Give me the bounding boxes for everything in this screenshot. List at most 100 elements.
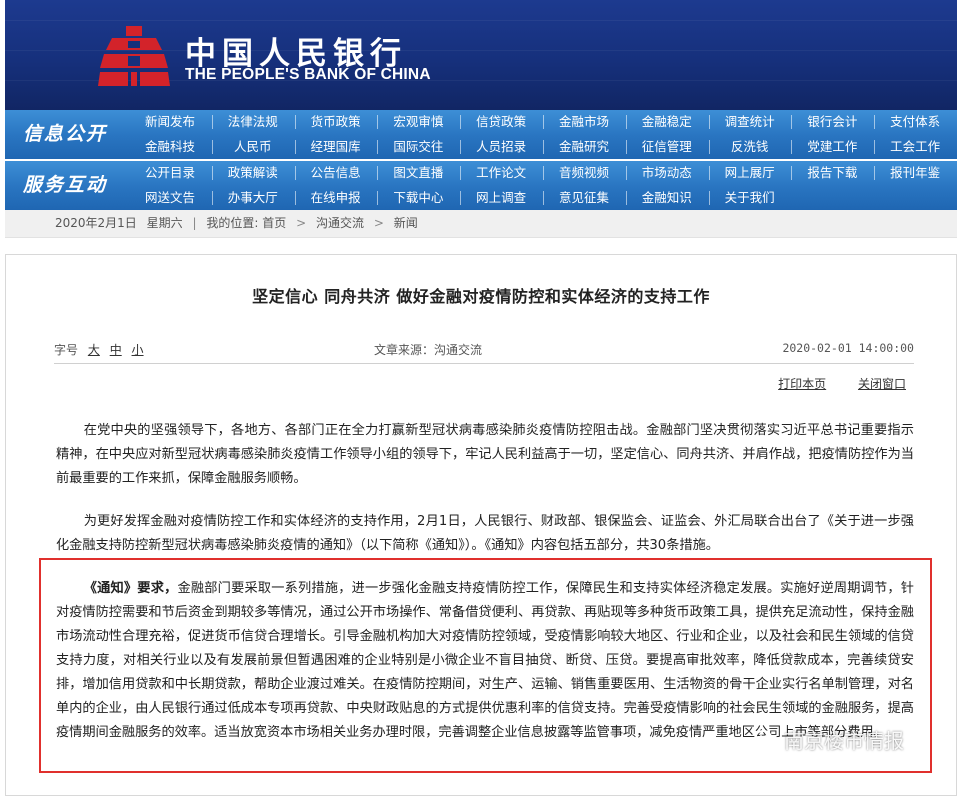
nav-separator (543, 140, 544, 154)
nav-separator (294, 191, 296, 205)
source-watermark: 南京楼市情报 (754, 725, 904, 753)
nav-separator (460, 191, 462, 205)
service-interaction-nav: 服务互动 公开目录 政策解读 公告信息 图文直播 工作论文 音频视频 市场动态 网上展厅 报告下… (5, 161, 957, 210)
bank-name-en: THE PEOPLE'S BANK OF CHINA (185, 66, 431, 83)
article-meta: 字号 大 中 小 文章来源：沟通交流 2020-02-01 14:00:00 (54, 341, 914, 359)
nav-separator (211, 140, 213, 154)
current-date: 2020年2月1日 (55, 216, 137, 230)
nav-separator (874, 166, 876, 180)
info-nav-item[interactable]: 经理国库 (295, 135, 377, 159)
service-interaction-title: 服务互动 (22, 174, 107, 196)
service-nav-item[interactable]: 关于我们 (709, 186, 791, 210)
nav-separator (708, 140, 710, 154)
info-nav-item[interactable]: 支付体系 (874, 110, 956, 134)
info-nav-item[interactable]: 宏观审慎 (377, 110, 459, 134)
service-nav-item[interactable]: 报刊年鉴 (874, 161, 956, 185)
nav-separator (791, 166, 793, 180)
nav-separator (625, 115, 627, 129)
article-paragraph-1: 在党中央的坚强领导下，各地方、各部门正在全力打赢新型冠状病毒感染肺炎疫情防控阻击… (56, 423, 914, 486)
info-nav-item[interactable]: 金融研究 (543, 135, 625, 159)
service-nav-item[interactable]: 办事大厅 (212, 186, 294, 210)
info-nav-grid: 新闻发布 法律法规 货币政策 宏观审慎 信贷政策 金融市场 金融稳定 调查统计 银行会计 支付体系… (129, 110, 957, 159)
nav-separator (460, 140, 462, 154)
service-nav-item[interactable]: 网送文告 (129, 186, 211, 210)
nav-separator (625, 166, 627, 180)
info-nav-item[interactable]: 货币政策 (295, 110, 377, 134)
font-size-controls: 字号 大 中 小 (54, 341, 144, 358)
nav-separator (708, 115, 710, 129)
nav-separator (543, 166, 544, 180)
info-nav-item[interactable]: 金融稳定 (626, 110, 708, 134)
divider: | (192, 216, 197, 230)
nav-separator (211, 166, 213, 180)
article-datetime: 2020-02-01 14:00:00 (782, 341, 914, 355)
watermark-text: 南京楼市情报 (784, 728, 904, 753)
nav-separator (625, 191, 627, 205)
info-nav-item[interactable]: 金融科技 (129, 135, 211, 159)
nav-separator (377, 191, 379, 205)
service-nav-item[interactable]: 工作论文 (460, 161, 542, 185)
breadcrumb-home[interactable]: 首页 (262, 216, 286, 230)
service-nav-item[interactable]: 下载中心 (377, 186, 459, 210)
nav-separator (211, 115, 213, 129)
header-banner: 中国人民银行 THE PEOPLE'S BANK OF CHINA (5, 0, 957, 110)
nav-separator (294, 140, 296, 154)
info-nav-item[interactable]: 征信管理 (626, 135, 708, 159)
info-nav-item[interactable]: 工会工作 (874, 135, 956, 159)
info-nav-item[interactable]: 新闻发布 (129, 110, 211, 134)
service-nav-item[interactable]: 在线申报 (295, 186, 377, 210)
info-nav-item[interactable]: 法律法规 (212, 110, 294, 134)
main-navigation: 信息公开 新闻发布 法律法规 货币政策 宏观审慎 信贷政策 金融市场 金融稳定 调查统计 银行会… (5, 110, 957, 210)
current-weekday: 星期六 (146, 216, 183, 230)
info-nav-item[interactable]: 信贷政策 (460, 110, 542, 134)
info-nav-item[interactable]: 金融市场 (543, 110, 625, 134)
font-size-large[interactable]: 大 (88, 343, 100, 357)
article-title: 坚定信心 同舟共济 做好金融对疫情防控和实体经济的支持工作 (252, 287, 710, 306)
nav-separator (874, 115, 876, 129)
breadcrumb: 2020年2月1日 星期六 | 我的位置: 首页 > 沟通交流 > 新闻 (5, 210, 957, 238)
breadcrumb-separator: > (373, 216, 384, 230)
nav-separator (543, 191, 544, 205)
nav-separator (460, 115, 462, 129)
nav-separator (211, 191, 213, 205)
info-disclosure-nav: 信息公开 新闻发布 法律法规 货币政策 宏观审慎 信贷政策 金融市场 金融稳定 调查统计 银行会… (5, 110, 957, 159)
breadcrumb-communication[interactable]: 沟通交流 (316, 216, 364, 230)
pboc-logo-icon (98, 26, 170, 86)
service-nav-item[interactable]: 网上展厅 (709, 161, 791, 185)
font-size-small[interactable]: 小 (132, 343, 144, 357)
info-nav-item[interactable]: 调查统计 (709, 110, 791, 134)
service-nav-item[interactable]: 网上调查 (460, 186, 542, 210)
info-nav-item[interactable]: 反洗钱 (709, 135, 791, 159)
nav-separator (708, 166, 710, 180)
nav-separator (460, 166, 462, 180)
nav-separator (625, 140, 627, 154)
nav-separator (377, 140, 379, 154)
service-nav-item[interactable]: 公开目录 (129, 161, 211, 185)
service-nav-item[interactable]: 市场动态 (626, 161, 708, 185)
info-nav-item[interactable]: 党建工作 (791, 135, 873, 159)
service-nav-item[interactable]: 政策解读 (212, 161, 294, 185)
service-nav-item[interactable]: 图文直播 (377, 161, 459, 185)
nav-separator (708, 191, 710, 205)
nav-separator (294, 166, 296, 180)
breadcrumb-news[interactable]: 新闻 (394, 216, 418, 230)
nav-separator (377, 115, 379, 129)
nav-separator (791, 115, 793, 129)
service-nav-item[interactable]: 公告信息 (295, 161, 377, 185)
font-size-label: 字号 (54, 343, 79, 357)
info-nav-item[interactable]: 银行会计 (791, 110, 873, 134)
info-nav-item[interactable]: 人民币 (212, 135, 294, 159)
service-nav-item[interactable]: 报告下载 (791, 161, 873, 185)
close-window-link[interactable]: 关闭窗口 (858, 377, 906, 391)
nav-separator (543, 115, 544, 129)
print-page-link[interactable]: 打印本页 (778, 377, 826, 391)
nav-separator (377, 166, 379, 180)
font-size-medium[interactable]: 中 (110, 343, 122, 357)
service-nav-item[interactable]: 音频视频 (543, 161, 625, 185)
service-nav-grid: 公开目录 政策解读 公告信息 图文直播 工作论文 音频视频 市场动态 网上展厅 报告下载 报刊年鉴… (129, 161, 957, 210)
info-nav-item[interactable]: 人员招录 (460, 135, 542, 159)
info-nav-item[interactable]: 国际交往 (377, 135, 459, 159)
location-label: 我的位置: (206, 216, 259, 230)
service-nav-item[interactable]: 金融知识 (626, 186, 708, 210)
service-nav-item[interactable]: 意见征集 (543, 186, 625, 210)
